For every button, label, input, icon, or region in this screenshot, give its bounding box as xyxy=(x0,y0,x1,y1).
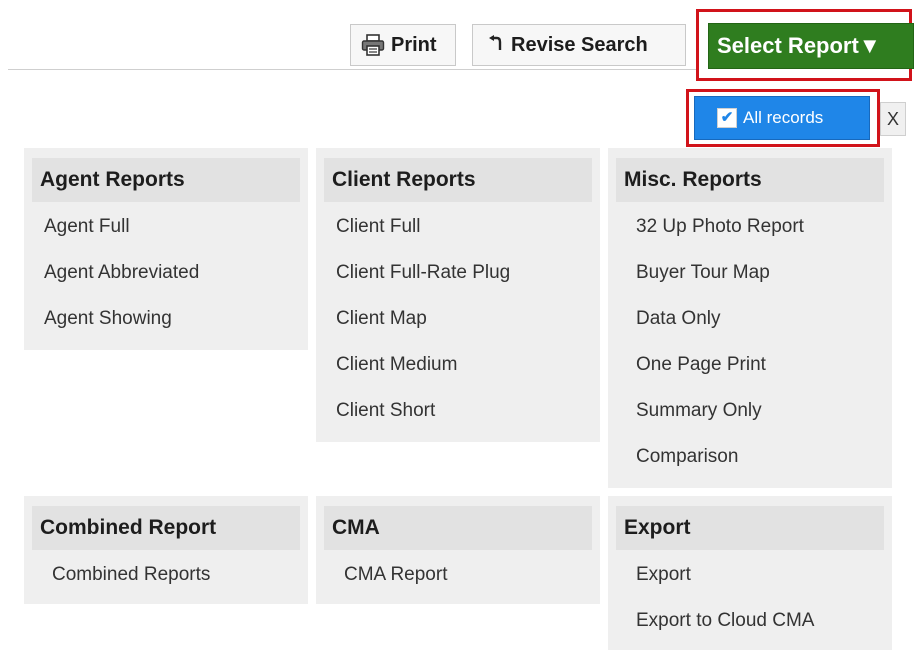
report-item-client-full[interactable]: Client Full xyxy=(336,204,510,250)
report-group-title: CMA xyxy=(324,506,592,550)
all-records-button[interactable]: ✔ All records xyxy=(694,96,870,140)
report-group-title: Combined Report xyxy=(32,506,300,550)
report-item-agent-showing[interactable]: Agent Showing xyxy=(44,296,199,342)
report-item-cma-report[interactable]: CMA Report xyxy=(344,552,447,598)
report-item-export-to-cloud-cma[interactable]: Export to Cloud CMA xyxy=(636,598,814,644)
report-item-agent-abbreviated[interactable]: Agent Abbreviated xyxy=(44,250,199,296)
report-group-combined: Combined Report Combined Reports xyxy=(24,496,308,604)
report-group-title: Client Reports xyxy=(324,158,592,202)
report-group-title: Agent Reports xyxy=(32,158,300,202)
report-item-comparison[interactable]: Comparison xyxy=(636,434,804,480)
report-item-one-page-print[interactable]: One Page Print xyxy=(636,342,804,388)
close-button[interactable]: X xyxy=(880,102,906,136)
report-list: Combined Reports xyxy=(52,552,210,598)
toolbar-divider xyxy=(8,69,698,70)
report-item-32-up-photo[interactable]: 32 Up Photo Report xyxy=(636,204,804,250)
report-item-client-full-rate-plug[interactable]: Client Full-Rate Plug xyxy=(336,250,510,296)
report-group-cma: CMA CMA Report xyxy=(316,496,600,604)
report-item-combined-reports[interactable]: Combined Reports xyxy=(52,552,210,598)
revise-search-button[interactable]: Revise Search xyxy=(472,24,686,66)
report-item-summary-only[interactable]: Summary Only xyxy=(636,388,804,434)
print-button-label: Print xyxy=(391,33,437,56)
close-label: X xyxy=(886,108,899,129)
report-list: 32 Up Photo Report Buyer Tour Map Data O… xyxy=(636,204,804,480)
report-group-misc: Misc. Reports 32 Up Photo Report Buyer T… xyxy=(608,148,892,488)
undo-arrow-icon xyxy=(485,35,505,55)
all-records-label: All records xyxy=(743,108,824,127)
report-item-agent-full[interactable]: Agent Full xyxy=(44,204,199,250)
report-group-client: Client Reports Client Full Client Full-R… xyxy=(316,148,600,442)
report-item-client-map[interactable]: Client Map xyxy=(336,296,510,342)
report-list: Client Full Client Full-Rate Plug Client… xyxy=(336,204,510,434)
report-group-agent: Agent Reports Agent Full Agent Abbreviat… xyxy=(24,148,308,350)
print-button[interactable]: Print xyxy=(350,24,456,66)
report-item-client-medium[interactable]: Client Medium xyxy=(336,342,510,388)
select-report-label: Select Report▼ xyxy=(717,33,881,58)
printer-icon xyxy=(361,34,385,56)
report-item-data-only[interactable]: Data Only xyxy=(636,296,804,342)
report-group-title: Export xyxy=(616,506,884,550)
report-list: Agent Full Agent Abbreviated Agent Showi… xyxy=(44,204,199,342)
report-group-title: Misc. Reports xyxy=(616,158,884,202)
report-list: CMA Report xyxy=(344,552,447,598)
select-report-button[interactable]: Select Report▼ xyxy=(708,23,914,69)
report-item-export[interactable]: Export xyxy=(636,552,814,598)
revise-search-label: Revise Search xyxy=(511,33,648,56)
report-item-client-short[interactable]: Client Short xyxy=(336,388,510,434)
report-group-export: Export Export Export to Cloud CMA xyxy=(608,496,892,650)
report-item-buyer-tour-map[interactable]: Buyer Tour Map xyxy=(636,250,804,296)
report-list: Export Export to Cloud CMA xyxy=(636,552,814,644)
checkbox-checked-icon[interactable]: ✔ xyxy=(717,108,737,128)
